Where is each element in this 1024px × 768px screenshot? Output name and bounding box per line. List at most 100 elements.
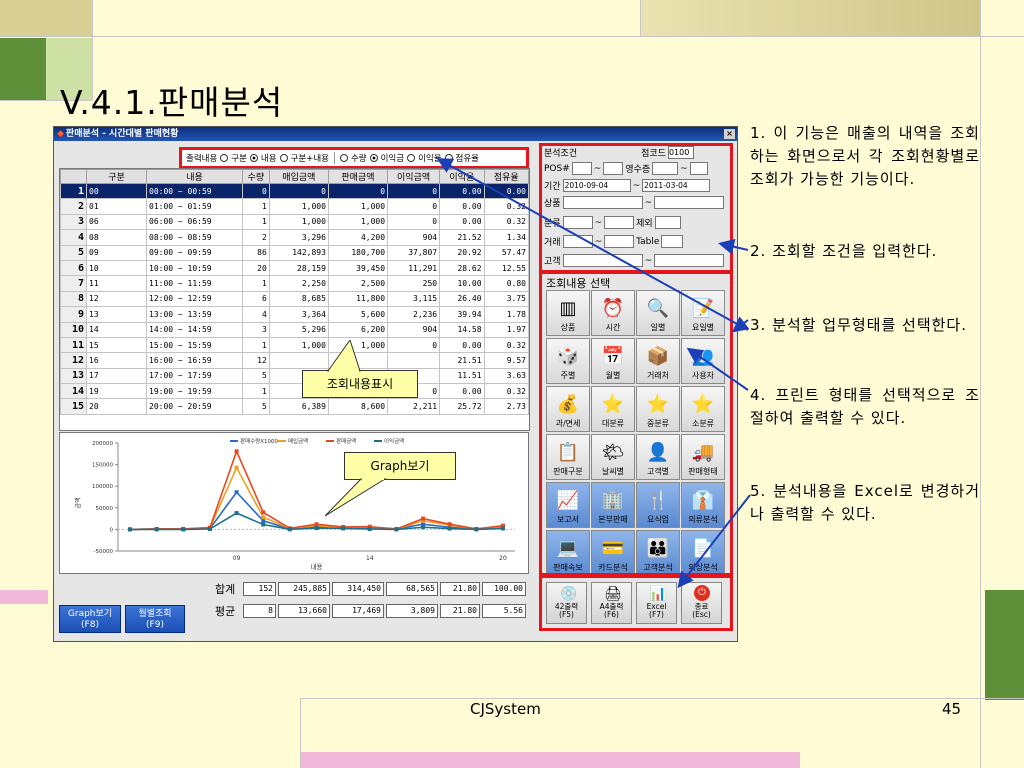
monthly-query-button[interactable]: 월별조회 (F9): [125, 605, 185, 633]
table-cell: 1: [242, 383, 270, 400]
sum-cell: 68,565: [386, 582, 438, 596]
table-cell: 21.52: [439, 229, 485, 246]
radio-group1-2[interactable]: [279, 154, 288, 162]
table-cell: 1,000: [327, 198, 389, 215]
table-row[interactable]: 6 10 10:00 ~ 10:59 20 28,159 39,450 11,291 28.6…: [60, 259, 529, 277]
data-point: [474, 527, 479, 532]
table-row[interactable]: 11 15 15:00 ~ 15:59 1 1,000 1,000 0 0.00 0.32: [60, 336, 529, 354]
data-point: [447, 526, 452, 531]
row-number: 6: [60, 259, 87, 277]
radio-group1-0[interactable]: [220, 154, 229, 162]
table-row[interactable]: 2 01 01:00 ~ 01:59 1 1,000 1,000 0 0.00 0.32: [60, 198, 529, 215]
col-header[interactable]: 이익금액: [387, 169, 441, 184]
sum-cell: 100.00: [482, 582, 526, 596]
table-cell: 2,500: [327, 275, 389, 292]
table-cell: 2,236: [387, 306, 441, 323]
desc-2: 2. 조회할 조건을 입력한다.: [750, 242, 938, 260]
row-number: 11: [60, 336, 87, 354]
table-row[interactable]: 5 09 09:00 ~ 09:59 86 142,893 180,700 37,807 20…: [60, 244, 529, 261]
output-options-label: 출력내용: [186, 154, 218, 164]
decor-block: [300, 752, 800, 768]
decor-block: [0, 590, 48, 604]
row-number: 9: [60, 306, 87, 323]
col-header[interactable]: 수량: [242, 169, 270, 184]
table-cell: 10.00: [439, 275, 485, 292]
radio-group2-3[interactable]: [444, 154, 453, 162]
radio-label: 구분: [231, 154, 247, 164]
col-header[interactable]: 매입금액: [268, 169, 329, 184]
table-cell: 11.51: [439, 367, 485, 385]
data-point: [261, 510, 266, 515]
table-row[interactable]: 15 20 20:00 ~ 20:59 5 6,389 8,600 2,211 25.72 2.…: [60, 398, 529, 415]
close-icon[interactable]: ×: [724, 129, 735, 139]
radio-label: 이익율: [418, 154, 442, 164]
table-cell: 15:00 ~ 15:59: [146, 336, 243, 354]
radio-group2-2[interactable]: [407, 154, 416, 162]
col-header[interactable]: 내용: [146, 169, 243, 184]
radio-group2-1[interactable]: [369, 154, 378, 162]
table-row[interactable]: 3 06 06:00 ~ 06:59 1 1,000 1,000 0 0.00 0.32: [60, 213, 529, 231]
table-row[interactable]: 10 14 14:00 ~ 14:59 3 5,296 6,200 904 14.58 1.97: [60, 321, 529, 338]
y-tick-label: 100000: [92, 484, 113, 490]
table-row[interactable]: 13 17 17:00 ~ 17:59 5 11.51 3.63: [60, 367, 529, 385]
app-icon: ◆: [57, 129, 64, 139]
row-number: 7: [60, 275, 87, 292]
radio-group2-0[interactable]: [339, 154, 348, 162]
table-row[interactable]: 7 11 11:00 ~ 11:59 1 2,250 2,500 250 10.00 0.80: [60, 275, 529, 292]
callout-grid-tail: [327, 340, 361, 372]
table-cell: 1.78: [483, 306, 529, 323]
table-row[interactable]: 4 08 08:00 ~ 08:59 2 3,296 4,200 904 21.52 1.34: [60, 229, 529, 246]
col-header[interactable]: 판매금액: [327, 169, 389, 184]
row-number: 1: [60, 182, 87, 200]
table-row[interactable]: 12 16 16:00 ~ 16:59 12 21.51 9.57: [60, 352, 529, 369]
table-row[interactable]: 1 00 00:00 ~ 00:59 0 0 0 0 0.00 0.00: [60, 182, 529, 200]
row-number: 8: [60, 290, 87, 308]
callout-grid: 조회내용표시: [302, 370, 418, 398]
table-cell: 3.63: [483, 367, 529, 385]
row-number: 3: [60, 213, 87, 231]
radio-group1-1[interactable]: [249, 154, 258, 162]
table-cell: 37,807: [387, 244, 441, 261]
table-cell: 1: [242, 198, 270, 215]
graph-view-button[interactable]: Graph보기 (F8): [59, 605, 121, 633]
footer-company: CJSystem: [470, 700, 541, 718]
table-row[interactable]: 141919:00 ~ 19:5911,0001,00000.000.32: [60, 383, 529, 400]
table-cell: 3,296: [268, 229, 329, 246]
row-number: 4: [60, 229, 87, 246]
decor-line: [640, 0, 641, 36]
data-point: [314, 526, 319, 531]
callout-graph: Graph보기: [344, 452, 456, 480]
legend-label: 매입금액: [288, 437, 308, 445]
table-cell: 01: [86, 198, 147, 215]
table-cell: 26.40: [439, 290, 485, 308]
radio-label: 수량: [350, 154, 367, 164]
chart-svg: 200000 150000 100000 50000 0 -50000 09 14 20 내용 금액…: [75, 437, 515, 571]
sales-grid[interactable]: 구분 내용 수량 매입금액 판매금액 이익금액 이익율 점유율 1 00 00:00…: [59, 168, 530, 431]
table-cell: 11,291: [387, 259, 441, 277]
table-row[interactable]: 8 12 12:00 ~ 12:59 6 8,685 11,800 3,115 26.40 3.…: [60, 290, 529, 308]
table-row[interactable]: 9 13 13:00 ~ 13:59 4 3,364 5,600 2,236 39.94 1.7…: [60, 306, 529, 323]
table-cell: 2,250: [268, 275, 329, 292]
table-cell: 0: [387, 213, 441, 231]
table-cell: 1: [242, 275, 270, 292]
table-cell: 0.00: [483, 182, 529, 200]
decor-line: [0, 36, 1024, 37]
sum-cell: 314,450: [332, 582, 384, 596]
table-cell: 14:00 ~ 14:59: [146, 321, 243, 338]
data-point: [234, 465, 239, 470]
row-number: 10: [60, 321, 87, 338]
window-titlebar: ◆ 판매분석 - 시간대별 판매현황 ×: [54, 127, 737, 141]
data-point: [234, 511, 239, 516]
y-tick-label: 0: [110, 527, 114, 533]
table-cell: 3: [242, 321, 270, 338]
col-header[interactable]: 점유율: [483, 169, 529, 184]
col-header[interactable]: 구분: [86, 169, 147, 184]
table-cell: 8,685: [268, 290, 329, 308]
table-cell: 08:00 ~ 08:59: [146, 229, 243, 246]
table-cell: 00:00 ~ 00:59: [146, 182, 243, 200]
window-title: 판매분석 - 시간대별 판매현황: [65, 129, 179, 139]
radio-label: 구분+내용: [290, 154, 329, 164]
col-header[interactable]: 이익율: [439, 169, 485, 184]
table-cell: 180,700: [327, 244, 389, 261]
decor-line: [300, 698, 301, 768]
